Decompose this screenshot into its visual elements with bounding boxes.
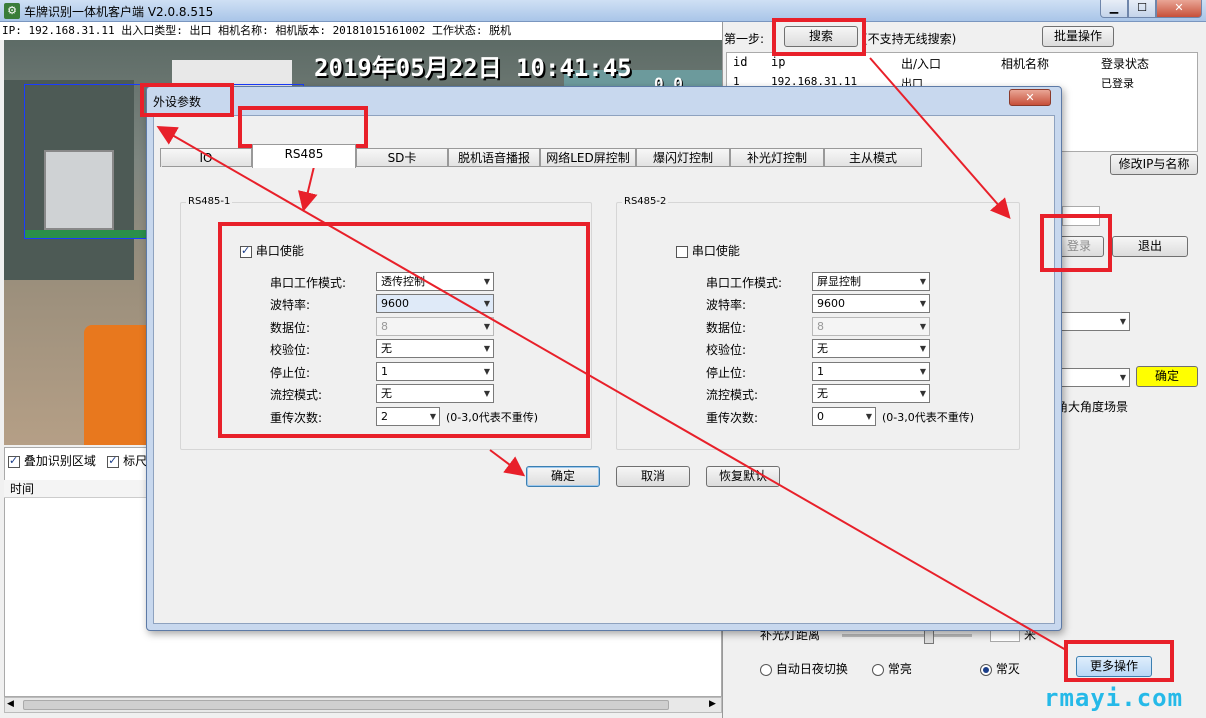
tab-rs485[interactable]: RS485 (252, 144, 356, 168)
watermark: rmayi.com (1044, 684, 1184, 712)
arrow-more-to-dialog (156, 126, 1067, 651)
annotation-arrows (156, 57, 1067, 651)
arrow-search-to-login (869, 57, 1011, 220)
arrow-to-ok (489, 449, 526, 477)
